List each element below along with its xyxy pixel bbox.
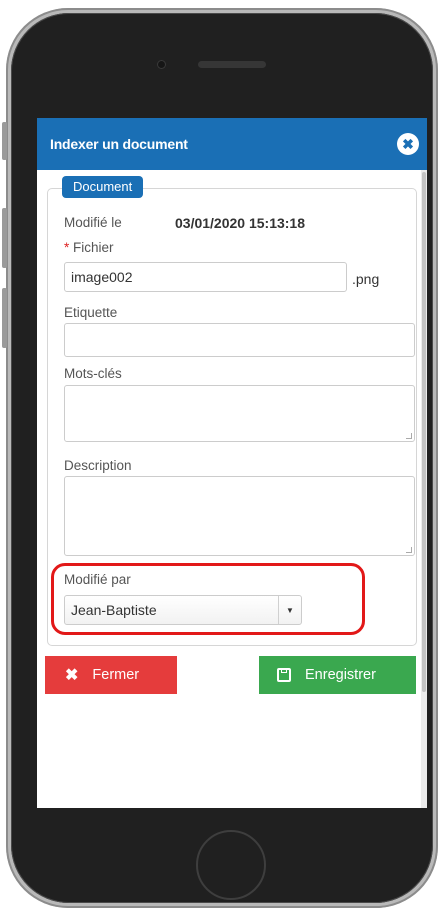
home-button[interactable] xyxy=(196,830,266,900)
required-marker: * xyxy=(64,240,70,255)
volume-down-button xyxy=(2,288,7,348)
file-label-text: Fichier xyxy=(73,240,114,255)
resize-grip-icon[interactable] xyxy=(406,547,412,553)
resize-grip-icon[interactable] xyxy=(406,433,412,439)
close-button-label: Fermer xyxy=(92,667,140,683)
annotation-highlight xyxy=(51,563,365,635)
floppy-disk-icon xyxy=(277,668,291,682)
label-field-label: Etiquette xyxy=(64,305,118,320)
modal-dialog: Indexer un document ✖ Document Modifié l… xyxy=(37,118,427,808)
file-name-value: image002 xyxy=(71,269,133,285)
save-button-label: Enregistrer xyxy=(305,667,376,683)
save-button[interactable]: Enregistrer xyxy=(259,656,416,694)
keywords-field-label: Mots-clés xyxy=(64,366,122,381)
scrollbar-thumb[interactable] xyxy=(422,172,426,692)
section-legend: Document xyxy=(62,176,144,198)
description-field-label: Description xyxy=(64,458,132,473)
modal-title: Indexer un document xyxy=(50,136,188,152)
modified-date-label: Modifié le xyxy=(64,215,122,230)
file-name-input[interactable]: image002 xyxy=(64,262,347,292)
earpiece-speaker xyxy=(198,61,266,68)
file-field-label: * Fichier xyxy=(64,240,114,255)
close-x-icon: ✖ xyxy=(65,667,79,684)
modified-date-value: 03/01/2020 15:13:18 xyxy=(175,215,305,231)
close-icon[interactable]: ✖ xyxy=(397,133,419,155)
volume-up-button xyxy=(2,208,7,268)
scrollbar[interactable] xyxy=(421,170,427,808)
description-textarea[interactable] xyxy=(64,476,415,556)
modal-header: Indexer un document ✖ xyxy=(37,118,427,170)
label-input[interactable] xyxy=(64,323,415,357)
front-camera xyxy=(157,60,166,69)
file-extension: .png xyxy=(352,271,380,287)
close-button[interactable]: ✖ Fermer xyxy=(45,656,177,694)
mute-switch xyxy=(2,122,7,160)
keywords-textarea[interactable] xyxy=(64,385,415,442)
